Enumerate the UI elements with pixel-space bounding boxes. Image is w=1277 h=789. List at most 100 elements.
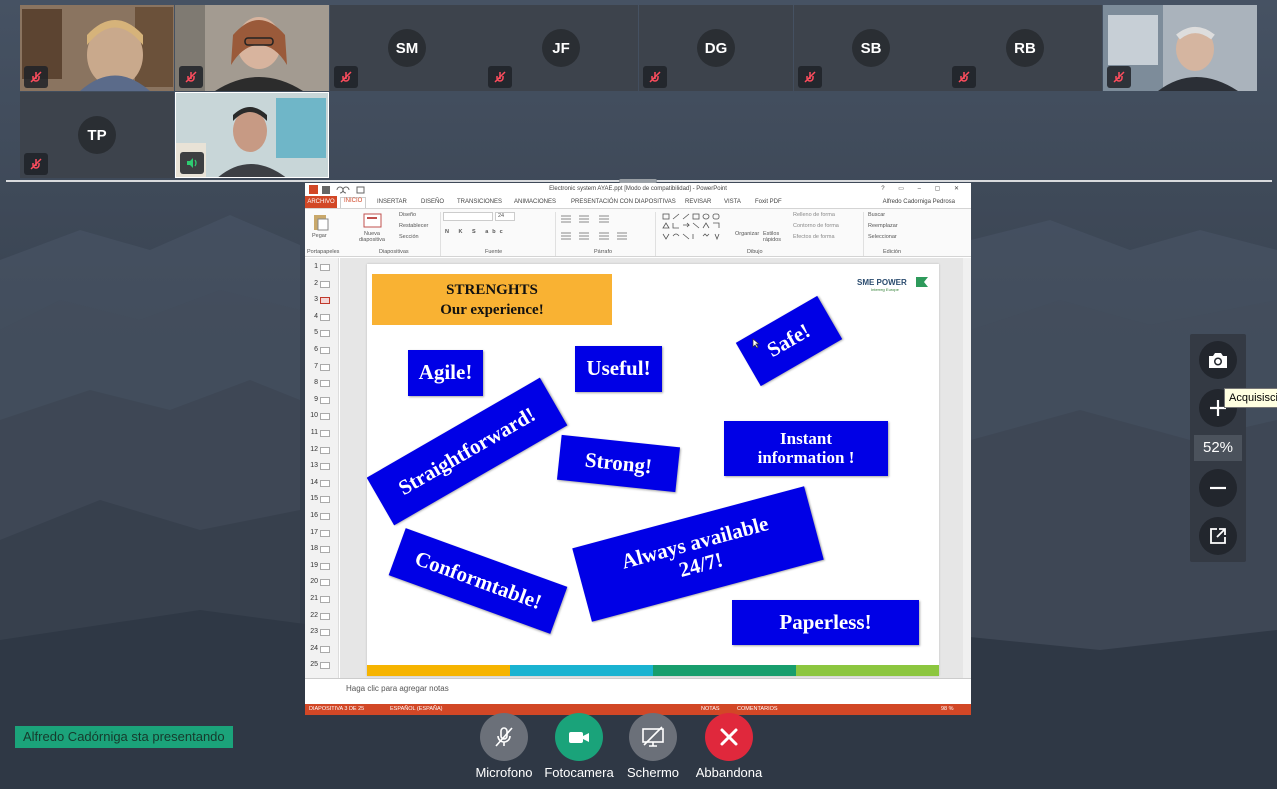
camera-button[interactable] xyxy=(555,713,603,761)
participant-tile[interactable] xyxy=(20,5,174,91)
slide-thumbnail[interactable]: 8 xyxy=(307,376,337,392)
participant-tile[interactable] xyxy=(1103,5,1257,91)
participant-tile[interactable]: SM xyxy=(330,5,484,91)
tab-archivo[interactable]: ARCHIVO xyxy=(305,196,337,208)
font-format-buttons[interactable]: N K S abc xyxy=(445,229,507,235)
shape-effects-button[interactable]: Efectos de forma xyxy=(793,234,835,240)
slide-thumbnail[interactable]: 15 xyxy=(307,492,337,508)
tab-presentacion[interactable]: PRESENTACIÓN CON DIAPOSITIVAS xyxy=(571,199,676,205)
slide-thumbnail[interactable]: 23 xyxy=(307,625,337,641)
layout-button[interactable]: Diseño xyxy=(399,212,416,218)
slide-thumbnail[interactable]: 10 xyxy=(307,409,337,425)
participant-tile[interactable]: DG xyxy=(639,5,793,91)
slide-thumbnail[interactable]: 14 xyxy=(307,476,337,492)
slide-number: 10 xyxy=(310,412,318,420)
avatar: SM xyxy=(388,29,426,67)
font-size-field[interactable]: 24 xyxy=(495,212,515,221)
new-slide-button[interactable]: Nueva diapositiva xyxy=(355,231,389,243)
microphone-button[interactable] xyxy=(480,713,528,761)
shape-fill-button[interactable]: Relleno de forma xyxy=(793,212,835,218)
slide-thumbnail[interactable]: 16 xyxy=(307,509,337,525)
ribbon-tabs: ARCHIVO INICIO INSERTAR DISEÑO TRANSICIO… xyxy=(305,196,971,208)
window-controls[interactable]: ? ▭ – ▢ ✕ xyxy=(881,185,965,192)
slide-thumbnail-image xyxy=(320,645,330,653)
paste-icon[interactable] xyxy=(311,212,331,232)
new-slide-icon[interactable] xyxy=(363,213,383,229)
slide-thumbnail[interactable]: 6 xyxy=(307,343,337,359)
slide-thumbnail[interactable]: 7 xyxy=(307,360,337,376)
tab-diseno[interactable]: DISEÑO xyxy=(421,199,444,205)
tag-agile: Agile! xyxy=(408,350,483,396)
status-bar: DIAPOSITIVA 3 DE 25 ESPAÑOL (ESPAÑA) NOT… xyxy=(305,704,971,715)
slide-thumbnail[interactable]: 12 xyxy=(307,443,337,459)
tab-animaciones[interactable]: ANIMACIONES xyxy=(514,199,556,205)
shape-outline-button[interactable]: Contorno de forma xyxy=(793,223,839,229)
slide-thumbnail-image xyxy=(320,297,330,305)
slide-thumbnail-image xyxy=(320,612,330,620)
reset-button[interactable]: Restablecer xyxy=(399,223,428,229)
vertical-scrollbar[interactable] xyxy=(963,258,971,678)
slide-thumbnail[interactable]: 24 xyxy=(307,642,337,658)
shapes-gallery[interactable] xyxy=(661,212,731,242)
slide-number: 8 xyxy=(314,379,318,387)
user-name[interactable]: Alfredo Cadorniga Pedrosa xyxy=(883,199,955,205)
slide-thumbnail[interactable]: 2 xyxy=(307,277,337,293)
replace-button[interactable]: Reemplazar xyxy=(868,223,898,229)
participant-tile[interactable]: RB xyxy=(948,5,1102,91)
screen-share-button[interactable] xyxy=(629,713,677,761)
mic-off-icon xyxy=(24,66,48,88)
slide-thumbnail[interactable]: 17 xyxy=(307,526,337,542)
leave-button[interactable] xyxy=(705,713,753,761)
tab-vista[interactable]: VISTA xyxy=(724,199,741,205)
tab-revisar[interactable]: REVISAR xyxy=(685,199,711,205)
slide-number: 15 xyxy=(310,495,318,503)
notes-pane[interactable]: Haga clic para agregar notas xyxy=(305,678,971,704)
slide-number: 6 xyxy=(314,346,318,353)
slide-thumbnail[interactable]: 5 xyxy=(307,326,337,342)
quick-styles-button[interactable]: Estilos rápidos xyxy=(763,231,787,243)
participant-tile[interactable] xyxy=(175,5,329,91)
ribbon: Pegar Nueva diapositiva Diseño Restablec… xyxy=(305,208,971,257)
zoom-level[interactable]: 98 % xyxy=(941,706,954,712)
external-link-icon xyxy=(1210,528,1226,544)
slide-thumbnail[interactable]: 11 xyxy=(307,426,337,442)
participant-tile[interactable]: JF xyxy=(484,5,638,91)
slide-thumbnail[interactable]: 3 xyxy=(307,293,337,309)
slide: STRENGHTS Our experience! SME POWER Inte… xyxy=(367,264,939,676)
slide-thumbnail[interactable]: 13 xyxy=(307,459,337,475)
participant-tile[interactable] xyxy=(175,92,329,178)
section-button[interactable]: Sección xyxy=(399,234,419,240)
font-name-field[interactable] xyxy=(443,212,493,221)
slide-thumbnail[interactable]: 21 xyxy=(307,592,337,608)
slide-thumbnail[interactable]: 18 xyxy=(307,542,337,558)
slide-thumbnail[interactable]: 4 xyxy=(307,310,337,326)
select-button[interactable]: Seleccionar xyxy=(868,234,897,240)
notes-toggle[interactable]: NOTAS xyxy=(701,706,720,712)
participant-tile[interactable]: SB xyxy=(794,5,948,91)
paragraph-icons[interactable] xyxy=(559,213,649,243)
minus-icon xyxy=(1210,486,1226,490)
tab-foxit[interactable]: Foxit PDF xyxy=(755,199,782,205)
tab-insertar[interactable]: INSERTAR xyxy=(377,199,407,205)
slide-thumbnail[interactable]: 19 xyxy=(307,559,337,575)
speaker-icon xyxy=(180,152,204,174)
comments-toggle[interactable]: COMENTARIOS xyxy=(737,706,778,712)
color-bar-segment xyxy=(367,665,510,676)
slide-thumbnail[interactable]: 1 xyxy=(307,260,337,276)
snapshot-button[interactable] xyxy=(1199,341,1237,379)
slide-thumbnail[interactable]: 25 xyxy=(307,658,337,674)
mic-off-icon xyxy=(952,66,976,88)
slide-thumbnail[interactable]: 9 xyxy=(307,393,337,409)
participant-tile[interactable]: TP xyxy=(20,92,174,178)
slide-number: 21 xyxy=(310,595,318,602)
tab-inicio[interactable]: INICIO xyxy=(340,197,367,208)
find-button[interactable]: Buscar xyxy=(868,212,885,218)
paste-button[interactable]: Pegar xyxy=(312,233,327,239)
pop-out-button[interactable] xyxy=(1199,517,1237,555)
zoom-out-button[interactable] xyxy=(1199,469,1237,507)
tab-transiciones[interactable]: TRANSICIONES xyxy=(457,199,502,205)
slide-number: 4 xyxy=(314,312,318,320)
slide-thumbnail[interactable]: 22 xyxy=(307,609,337,625)
arrange-button[interactable]: Organizar xyxy=(735,231,759,237)
slide-thumbnail[interactable]: 20 xyxy=(307,575,337,591)
